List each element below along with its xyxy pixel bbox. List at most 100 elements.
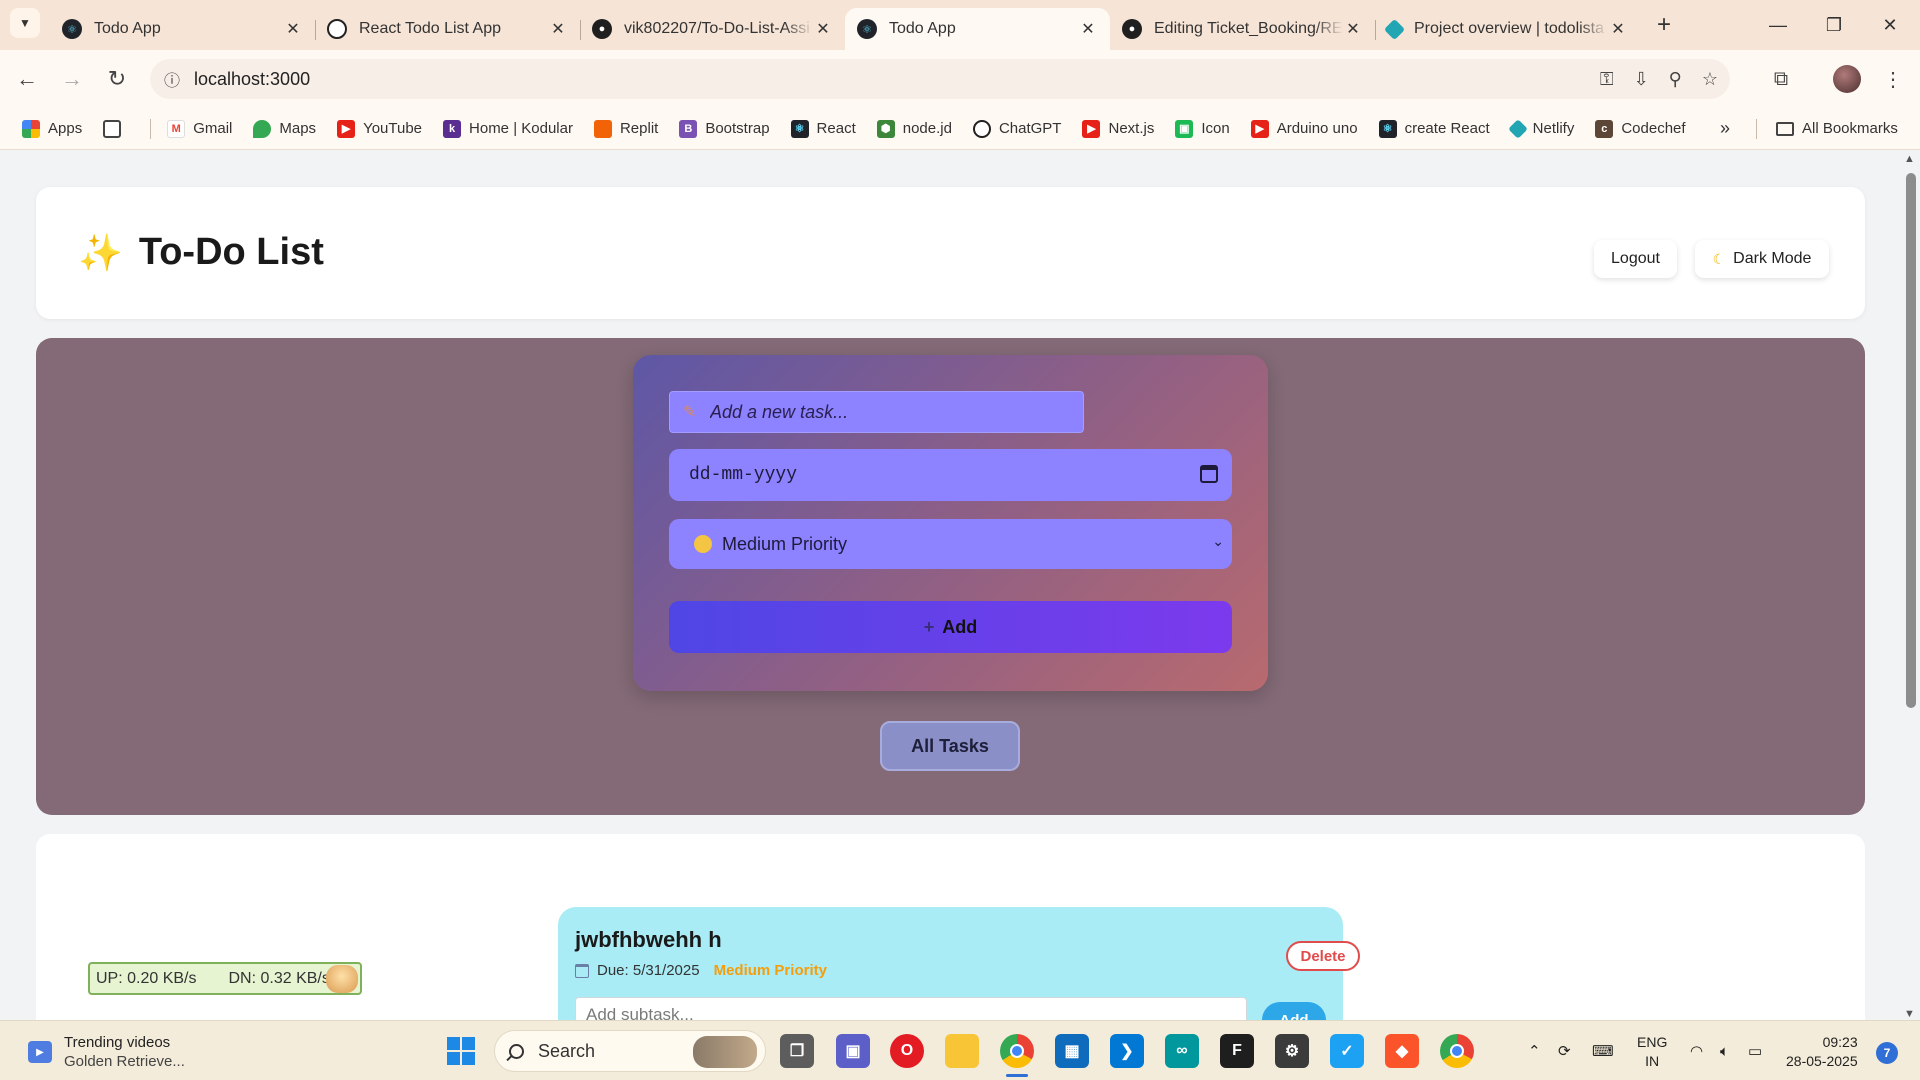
task-card: jwbfhbwehh h Due: 5/31/2025 Medium Prior… — [558, 907, 1360, 1020]
microsoft-store-icon[interactable]: ▦ — [1055, 1034, 1089, 1068]
dark-mode-button[interactable]: ☾ Dark Mode — [1695, 240, 1829, 278]
volume-icon[interactable]: 🔈︎ — [1720, 1021, 1729, 1080]
task-input[interactable] — [669, 391, 1084, 433]
teams-icon[interactable]: ▣ — [836, 1034, 870, 1068]
bookmark-chatgpt[interactable]: ChatGPT — [972, 119, 1061, 138]
bookmark-label: React — [816, 120, 856, 137]
bookmark-label: YouTube — [363, 120, 423, 137]
task-view-icon[interactable]: ❐ — [780, 1034, 814, 1068]
close-icon[interactable]: ✕ — [1343, 19, 1363, 39]
news-widget[interactable]: ▶ Trending videos Golden Retrieve... — [28, 1033, 185, 1071]
bookmark-label: Next.js — [1108, 120, 1155, 137]
restore-icon[interactable]: ❐ — [1806, 0, 1862, 50]
close-icon[interactable]: ✕ — [548, 19, 568, 39]
bookmark-arduino[interactable]: ▶ Arduino uno — [1250, 119, 1358, 138]
chevron-down-icon: ▼ — [19, 16, 31, 30]
search-highlight-image — [693, 1036, 757, 1068]
menu-kebab-icon[interactable]: ⋮ — [1876, 62, 1910, 96]
forward-icon[interactable]: → — [55, 62, 89, 96]
close-icon[interactable]: ✕ — [1078, 19, 1098, 39]
logout-button[interactable]: Logout — [1594, 240, 1677, 278]
bookmark-star-icon[interactable]: ☆ — [1702, 69, 1718, 90]
bookmark-tab-groups[interactable] — [103, 119, 129, 138]
tray-overflow-icon[interactable]: ⌃ — [1528, 1021, 1541, 1080]
keyboard-icon[interactable]: ⌨ — [1592, 1021, 1614, 1080]
scroll-up-icon[interactable]: ▲ — [1904, 153, 1915, 165]
url-text[interactable]: localhost:3000 — [194, 69, 310, 90]
site-info-icon[interactable]: ⓘ — [150, 67, 194, 91]
youtube-icon: ▶ — [1250, 119, 1269, 138]
profile-avatar[interactable] — [1830, 62, 1864, 96]
brave-icon[interactable]: ◆ — [1385, 1034, 1419, 1068]
kodular-icon: k — [443, 119, 462, 138]
zoom-icon[interactable]: ⚲ — [1669, 69, 1682, 90]
page-scrollbar[interactable]: ▲ ▼ — [1902, 151, 1920, 1020]
close-icon[interactable]: ✕ — [813, 19, 833, 39]
reload-icon[interactable]: ↻ — [100, 62, 134, 96]
sync-icon[interactable]: ⟳ — [1558, 1021, 1571, 1080]
figma-icon[interactable]: F — [1220, 1034, 1254, 1068]
arduino-icon[interactable]: ∞ — [1165, 1034, 1199, 1068]
notification-badge[interactable]: 7 — [1876, 1042, 1898, 1064]
vscode-icon[interactable]: ❯ — [1110, 1034, 1144, 1068]
circuit-app-icon[interactable]: ⚙ — [1275, 1034, 1309, 1068]
bookmark-netlify[interactable]: Netlify — [1507, 118, 1574, 139]
bookmark-youtube[interactable]: ▶ YouTube — [337, 119, 423, 138]
all-bookmarks-button[interactable]: All Bookmarks — [1776, 120, 1898, 137]
scrollbar-thumb[interactable] — [1906, 173, 1916, 708]
add-task-button[interactable]: + Add — [669, 601, 1232, 653]
taskbar-search[interactable]: Search — [494, 1030, 766, 1072]
bookmark-react[interactable]: ⚛ React — [790, 119, 856, 138]
bookmark-icon[interactable]: ▣ Icon — [1175, 119, 1230, 138]
start-windows-icon[interactable] — [444, 1034, 478, 1068]
bookmark-gmail[interactable]: M Gmail — [167, 119, 232, 138]
bookmark-codechef[interactable]: c Codechef — [1595, 119, 1686, 138]
bookmark-kodular[interactable]: k Home | Kodular — [443, 119, 573, 138]
browser-tab-active[interactable]: ⚛ Todo App ✕ — [845, 8, 1110, 50]
close-icon[interactable]: ✕ — [283, 19, 303, 39]
browser-tab[interactable]: ⚛ Todo App ✕ — [50, 8, 315, 50]
new-tab-button[interactable]: + — [1650, 8, 1678, 42]
chrome-profile-icon[interactable] — [1440, 1034, 1474, 1068]
add-subtask-button[interactable]: Add — [1262, 1002, 1326, 1020]
tab-search-button[interactable]: ▼ — [10, 8, 40, 38]
subtask-input[interactable] — [575, 997, 1247, 1020]
chrome-icon[interactable] — [1000, 1034, 1034, 1068]
close-icon[interactable]: ✕ — [1608, 19, 1628, 39]
window-close-icon[interactable]: ✕ — [1862, 0, 1918, 50]
back-icon[interactable]: ← — [10, 62, 44, 96]
language-indicator[interactable]: ENG IN — [1637, 1033, 1667, 1071]
task-priority-label: Medium Priority — [713, 962, 827, 979]
delete-task-button[interactable]: Delete — [1286, 941, 1360, 971]
due-date-input[interactable]: dd-mm-yyyy — [669, 449, 1232, 501]
password-key-icon[interactable]: ⚿ — [1600, 69, 1614, 90]
priority-select[interactable]: Medium Priority ⌄ — [669, 519, 1232, 569]
minimize-icon[interactable]: — — [1750, 0, 1806, 50]
bookmark-apps[interactable]: Apps — [22, 119, 82, 138]
bookmark-bootstrap[interactable]: B Bootstrap — [679, 119, 770, 138]
browser-tab[interactable]: React Todo List App ✕ — [315, 8, 580, 50]
bookmarks-overflow-icon[interactable]: » — [1720, 118, 1730, 139]
todo-app-icon[interactable]: ✓ — [1330, 1034, 1364, 1068]
bookmark-node[interactable]: ⬢ node.jd — [876, 119, 952, 138]
opera-icon[interactable]: O — [890, 1034, 924, 1068]
bookmark-create-react[interactable]: ⚛ create React — [1378, 119, 1490, 138]
wifi-icon[interactable]: ◠ — [1690, 1021, 1703, 1080]
all-tasks-filter-button[interactable]: All Tasks — [880, 721, 1020, 771]
scroll-down-icon[interactable]: ▼ — [1904, 1008, 1915, 1020]
clock-date: 28-05-2025 — [1786, 1053, 1858, 1069]
extensions-icon[interactable]: ⧉ — [1764, 62, 1798, 96]
address-bar[interactable]: ⓘ localhost:3000 ⚿ ⇩ ⚲ ☆ — [150, 59, 1730, 99]
file-explorer-icon[interactable] — [945, 1034, 979, 1068]
browser-tab[interactable]: ● Editing Ticket_Booking/RE ✕ — [1110, 8, 1375, 50]
install-app-icon[interactable]: ⇩ — [1634, 69, 1649, 90]
tab-title: Project overview | todolista — [1414, 20, 1605, 37]
battery-icon[interactable]: ▭ — [1748, 1021, 1762, 1080]
bookmark-nextjs[interactable]: ▶ Next.js — [1082, 119, 1155, 138]
browser-tab[interactable]: ● vik802207/To-Do-List-Assi ✕ — [580, 8, 845, 50]
bookmark-replit[interactable]: Replit — [593, 119, 658, 138]
bookmark-maps[interactable]: Maps — [253, 119, 316, 138]
system-clock[interactable]: 09:23 28-05-2025 — [1786, 1033, 1858, 1071]
browser-tab[interactable]: Project overview | todolista ✕ — [1375, 8, 1640, 50]
calendar-icon[interactable] — [1200, 465, 1218, 483]
